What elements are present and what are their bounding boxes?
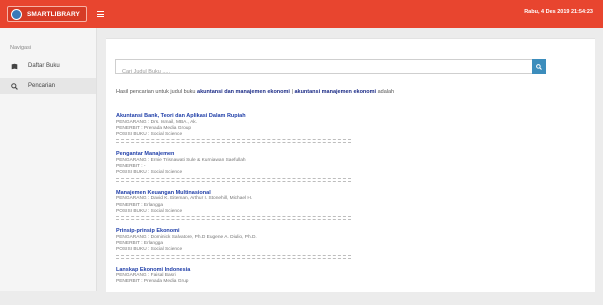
sidebar-item-label: Pencarian	[28, 83, 56, 89]
divider	[116, 177, 351, 182]
library-logo-icon	[11, 8, 22, 20]
list-item: Pengantar Manajemen PENGARANG : Ernie Tr…	[116, 151, 351, 189]
search-button[interactable]	[532, 59, 546, 74]
search-field[interactable]	[115, 59, 545, 79]
search-input[interactable]	[116, 65, 544, 79]
list-item: Prinsip-prinsip Ekonomi PENGARANG : Domi…	[116, 228, 351, 266]
search-icon	[536, 63, 542, 70]
book-position: POSISI BUKU : Social Science	[116, 247, 183, 253]
book-publisher: PENERBIT : Prenada Media Grup	[116, 279, 189, 285]
divider	[116, 139, 351, 144]
search-panel: Hasil pencarian untuk judul buku akuntan…	[106, 38, 595, 292]
summary-prefix: Hasil pencarian untuk judul buku	[116, 89, 196, 95]
brand-name: SMARTLIBRARY	[27, 10, 80, 18]
list-item: Manajemen Keuangan Multinasional PENGARA…	[116, 190, 351, 228]
sidebar-item-label: Daftar Buku	[28, 63, 60, 69]
top-bar: SMARTLIBRARY Rabu, 4 Des 2019 21:54:23	[0, 0, 603, 28]
book-position: POSISI BUKU : Social Science	[116, 170, 183, 176]
book-position: POSISI BUKU : Social Science	[116, 132, 183, 138]
summary-separator: |	[291, 89, 293, 95]
sidebar-item-pencarian[interactable]: Pencarian	[0, 78, 96, 94]
result-summary: Hasil pencarian untuk judul buku akuntan…	[116, 89, 394, 95]
book-position: POSISI BUKU : Social Science	[116, 208, 183, 214]
summary-query-repeat: akuntansi manajemen ekonomi	[294, 89, 377, 95]
brand-logo-button[interactable]: SMARTLIBRARY	[7, 6, 87, 22]
sidebar-item-daftar-buku[interactable]: Daftar Buku	[0, 58, 96, 74]
sidebar-section-label: Navigasi	[10, 45, 32, 51]
sidebar: Navigasi Daftar Buku Pencarian	[0, 28, 97, 291]
current-datetime: Rabu, 4 Des 2019 21:54:23	[524, 9, 593, 15]
book-icon	[10, 62, 18, 70]
hamburger-menu-icon[interactable]	[97, 11, 104, 17]
divider	[116, 216, 351, 221]
list-item: Lanskap Ekonomi Indonesia PENGARANG : Fa…	[116, 267, 351, 305]
book-results-list: Akuntansi Bank, Teori dan Aplikasi Dalam…	[116, 113, 351, 305]
divider	[116, 254, 351, 259]
summary-query: akuntansi dan manajemen ekonomi	[197, 89, 290, 95]
list-item: Akuntansi Bank, Teori dan Aplikasi Dalam…	[116, 113, 351, 151]
summary-suffix: adalah	[377, 89, 395, 95]
search-icon	[10, 82, 18, 90]
